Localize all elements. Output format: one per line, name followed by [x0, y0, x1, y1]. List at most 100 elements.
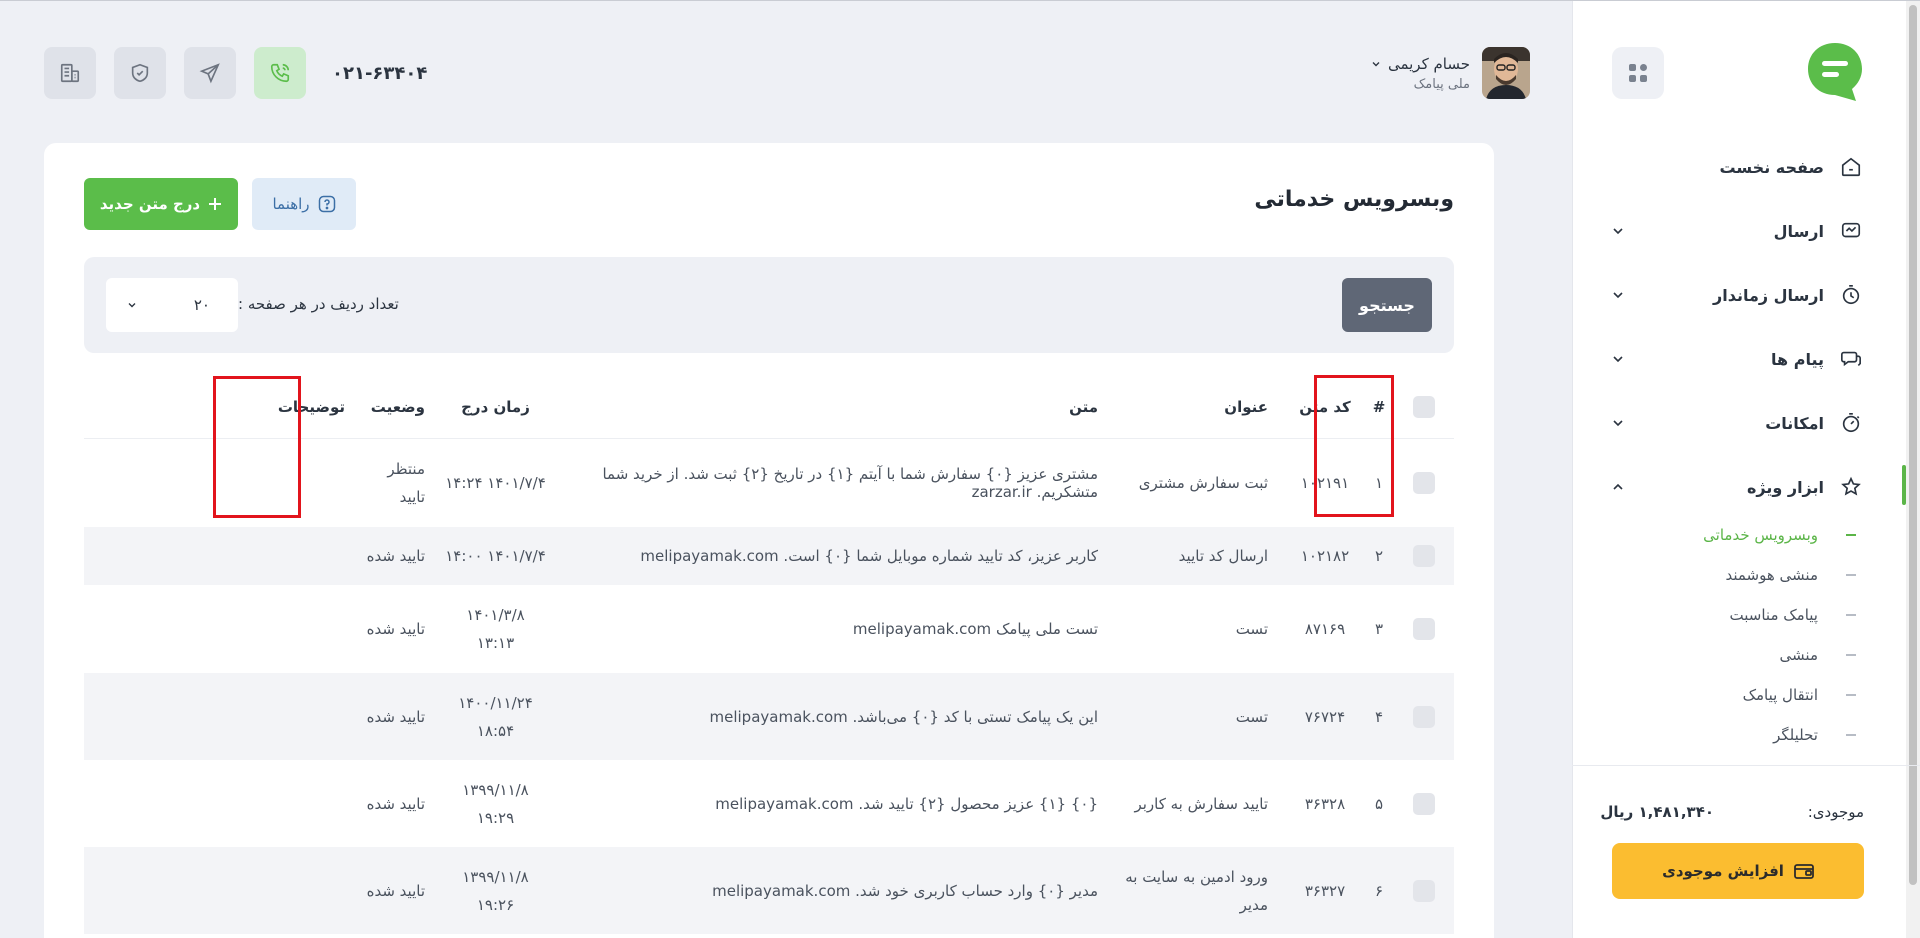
- row-num: ۲: [1374, 547, 1384, 565]
- row-checkbox[interactable]: [1413, 792, 1435, 815]
- sidebar-nav: صفحه نخست ارسال ارسال زماندار پیام ها ام…: [1572, 135, 1920, 519]
- chevron-down-icon: [128, 303, 136, 308]
- row-clock: ۱۹:۲۶: [476, 895, 515, 914]
- row-checkbox[interactable]: [1413, 879, 1435, 902]
- increase-balance-button[interactable]: افزایش موجودی: [1612, 843, 1864, 899]
- row-title: تست: [1235, 620, 1268, 638]
- row-num: ۱: [1374, 474, 1384, 492]
- help-button[interactable]: راهنما: [252, 178, 356, 230]
- row-checkbox[interactable]: [1413, 545, 1435, 567]
- subnav-item-occasion-sms[interactable]: پیامک مناسبت: [1572, 595, 1920, 635]
- search-button[interactable]: جستجو: [1342, 278, 1432, 332]
- sidebar-item-label: امکانات: [1765, 413, 1824, 433]
- support-phone-button[interactable]: [254, 47, 306, 99]
- sidebar-item-home[interactable]: صفحه نخست: [1572, 135, 1920, 199]
- column-header-status[interactable]: وضعیت: [357, 393, 437, 421]
- row-code: ۱۰۲۱۹۱: [1300, 474, 1350, 492]
- column-header-code[interactable]: کد متن: [1286, 398, 1364, 416]
- column-header-num: #: [1372, 397, 1386, 416]
- chevron-down-icon[interactable]: [1370, 58, 1382, 70]
- row-date: ۱۴۰۰/۱۱/۲۴: [458, 693, 533, 712]
- table-row: ۴ ۷۶۷۲۴ تست این یک پیامک تستی با کد {۰} …: [84, 673, 1454, 760]
- row-title: ورود ادمین به سایت به مدیر: [1125, 867, 1268, 914]
- row-text: {۰} {۱} عزیز محصول {۲} تایید شد. melipay…: [715, 794, 1098, 813]
- subnav-item-analyzer[interactable]: تحلیلگر: [1572, 715, 1920, 755]
- rows-per-page-select[interactable]: ۲۰: [106, 278, 238, 332]
- chevron-down-icon[interactable]: [1610, 351, 1626, 367]
- subnav-item-service-webservice[interactable]: وبسرویس خدماتی: [1572, 515, 1920, 555]
- user-menu[interactable]: حسام کریمی ملی پیامک: [1370, 47, 1530, 99]
- row-title: ارسال کد تایید: [1178, 547, 1268, 565]
- row-time: ۱۴۰۱/۷/۴ ۱۴:۲۴: [437, 469, 554, 497]
- row-num: ۶: [1374, 881, 1384, 900]
- subnav-item-secretary[interactable]: منشی: [1572, 635, 1920, 675]
- sidebar-item-features[interactable]: امکانات: [1572, 391, 1920, 455]
- subnav-dash: [1846, 654, 1856, 656]
- row-code: ۸۷۱۶۹: [1304, 620, 1346, 638]
- row-status: تایید شده: [366, 794, 425, 813]
- chevron-down-icon[interactable]: [1610, 287, 1626, 303]
- sidebar-subnav: وبسرویس خدماتی منشی هوشمند پیامک مناسبت …: [1572, 515, 1920, 755]
- sidebar-divider: [1572, 765, 1920, 766]
- row-status: تایید شده: [366, 547, 425, 565]
- sidebar-item-scheduled-send[interactable]: ارسال زماندار: [1572, 263, 1920, 327]
- row-checkbox[interactable]: [1413, 705, 1435, 728]
- header-tools: ۰۲۱-۶۳۴۰۴: [44, 47, 427, 99]
- row-status: تایید شده: [366, 881, 425, 900]
- phone-icon: [270, 63, 290, 83]
- sidebar-item-special-tools[interactable]: ابزار ویژه: [1572, 455, 1920, 519]
- row-date: ۱۴۰۱/۷/۴: [487, 474, 546, 492]
- sidebar-item-label: پیام ها: [1771, 349, 1824, 369]
- select-all-checkbox[interactable]: [1413, 395, 1435, 418]
- send-icon: [1838, 218, 1864, 244]
- main-card: وبسرویس خدماتی راهنما درج متن جدید جستجو…: [44, 143, 1494, 938]
- column-header-title[interactable]: عنوان: [1116, 393, 1286, 421]
- row-text: کاربر عزیز، کد تایید شماره موبایل شما {۰…: [640, 547, 1098, 565]
- subnav-dash: [1846, 574, 1856, 576]
- row-clock: ۱۳:۱۳: [476, 634, 515, 652]
- page-title: وبسرویس خدماتی: [1254, 187, 1454, 212]
- row-checkbox[interactable]: [1413, 618, 1435, 640]
- sidebar-item-messages[interactable]: پیام ها: [1572, 327, 1920, 391]
- row-checkbox-cell: [1394, 705, 1454, 728]
- row-date: ۱۴۰۱/۳/۸: [466, 606, 525, 624]
- sidebar: صفحه نخست ارسال ارسال زماندار پیام ها ام…: [1572, 1, 1920, 938]
- chevron-up-icon[interactable]: [1610, 479, 1626, 495]
- row-checkbox-cell: [1394, 879, 1454, 902]
- row-code: ۷۶۷۲۴: [1304, 707, 1346, 726]
- stopwatch-icon: [1838, 410, 1864, 436]
- apps-menu-button[interactable]: [1612, 47, 1664, 99]
- subnav-dash: [1846, 694, 1856, 696]
- paper-plane-icon: [199, 63, 220, 84]
- sidebar-item-label: صفحه نخست: [1719, 157, 1824, 177]
- user-company: ملی پیامک: [1413, 76, 1470, 92]
- avatar: [1482, 47, 1530, 99]
- subnav-item-smart-secretary[interactable]: منشی هوشمند: [1572, 555, 1920, 595]
- row-num: ۵: [1374, 794, 1384, 813]
- sidebar-item-send[interactable]: ارسال: [1572, 199, 1920, 263]
- subnav-item-label: انتقال پیامک: [1742, 686, 1818, 704]
- subnav-item-sms-transfer[interactable]: انتقال پیامک: [1572, 675, 1920, 715]
- plus-icon: [209, 198, 222, 210]
- send-message-button[interactable]: [184, 47, 236, 99]
- header-checkbox-cell: [1394, 395, 1454, 418]
- add-new-text-button[interactable]: درج متن جدید: [84, 178, 238, 230]
- subnav-item-label: پیامک مناسبت: [1729, 606, 1818, 624]
- row-time: ۱۴۰۰/۱۱/۲۴ ۱۸:۵۴: [437, 689, 554, 745]
- row-checkbox-cell: [1394, 792, 1454, 815]
- row-num: ۴: [1374, 707, 1384, 726]
- sidebar-item-label: ابزار ویژه: [1746, 477, 1824, 497]
- column-header-text[interactable]: متن: [554, 398, 1116, 416]
- chevron-down-icon[interactable]: [1610, 223, 1626, 239]
- row-title: ثبت سفارش مشتری: [1138, 474, 1268, 492]
- logo-icon[interactable]: [1806, 41, 1864, 103]
- help-icon: [318, 195, 335, 213]
- chevron-down-icon[interactable]: [1610, 415, 1626, 431]
- column-header-time[interactable]: زمان درج: [437, 393, 554, 421]
- star-icon: [1838, 474, 1864, 500]
- organization-button[interactable]: [44, 47, 96, 99]
- row-checkbox[interactable]: [1413, 472, 1435, 494]
- row-text: مشتری عزیز {۰} سفارش شما با آیتم {۱} در …: [602, 465, 1098, 501]
- row-title: تایید سفارش به کاربر: [1134, 794, 1268, 813]
- security-button[interactable]: [114, 47, 166, 99]
